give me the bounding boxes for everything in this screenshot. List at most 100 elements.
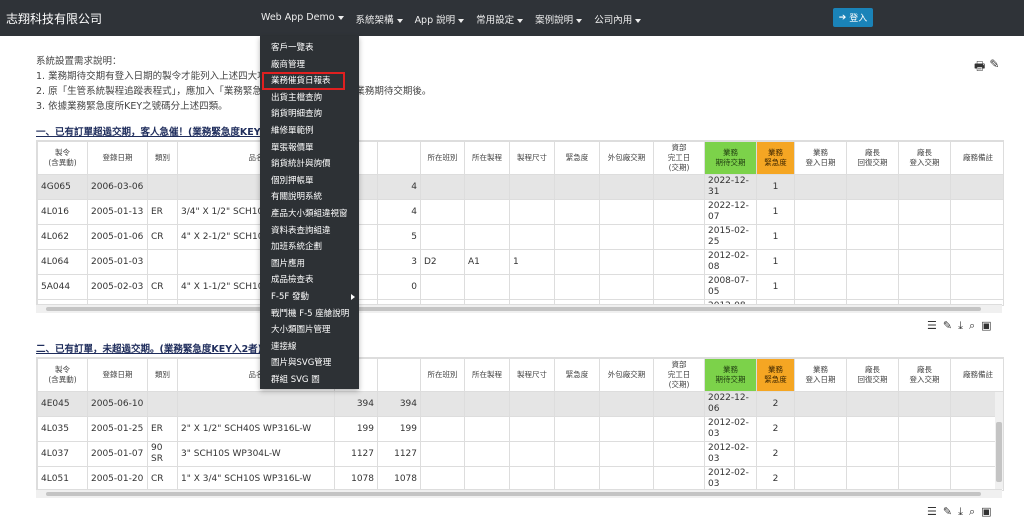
- column-header[interactable]: 廠長 登入交期: [898, 358, 951, 392]
- table-row[interactable]: 4L064 2005-01-03 3 D2 A1 1 2012-02-08 1: [37, 249, 1003, 275]
- dropdown-item[interactable]: 成品檢查表: [260, 272, 359, 288]
- table-cell: [898, 441, 951, 467]
- column-header[interactable]: 業務 登入日期: [794, 358, 847, 392]
- scroll-thumb[interactable]: [46, 307, 981, 311]
- binoculars-icon[interactable]: ⌕: [969, 319, 975, 333]
- dropdown-item[interactable]: 單張報價單: [260, 140, 359, 156]
- dropdown-item[interactable]: 銷貨統計與詢價: [260, 156, 359, 172]
- dropdown-item[interactable]: 資料表查詢組違: [260, 223, 359, 239]
- column-header[interactable]: 資部 完工日 (交期): [653, 358, 705, 392]
- dropdown-item[interactable]: 業務催貨日報表: [262, 72, 345, 91]
- column-header[interactable]: 外包廠交期: [599, 141, 654, 175]
- column-header[interactable]: 資部 完工日 (交期): [653, 141, 705, 175]
- column-header[interactable]: 製程尺寸: [509, 358, 555, 392]
- table-row[interactable]: 4L016 2005-01-13 ER 3/4" X 1/2" SCH10S WP30…: [37, 199, 1003, 225]
- column-header[interactable]: 緊急度: [554, 141, 600, 175]
- table-row[interactable]: 4L062 2005-01-06 CR 4" X 2-1/2" SCH10S WP31…: [37, 224, 1003, 250]
- dropdown-item[interactable]: 客戶一覽表: [260, 40, 359, 56]
- table-cell: [177, 391, 335, 417]
- edit-icon[interactable]: ✎: [943, 505, 952, 519]
- table-row[interactable]: 4L051 2005-01-20 CR 1" X 3/4" SCH10S WP316L…: [37, 466, 1003, 490]
- section1-hscrollbar[interactable]: [36, 304, 1002, 313]
- table-row[interactable]: 4E045 2005-06-10 394 394 2022-12-06 2: [37, 391, 1003, 417]
- dropdown-item-label: F-5F 發動: [271, 292, 309, 302]
- column-header[interactable]: 緊急度: [554, 358, 600, 392]
- table-cell: [509, 466, 555, 490]
- table-row[interactable]: 4L037 2005-01-07 90 SR 3" SCH10S WP304L-W 11…: [37, 441, 1003, 467]
- column-header[interactable]: 製令 (含異動): [37, 358, 88, 392]
- dropdown-item[interactable]: 戰鬥機 F-5 座艙說明: [260, 306, 359, 322]
- table-cell: [147, 391, 178, 417]
- brand-logo[interactable]: 志翔科技有限公司: [6, 10, 102, 27]
- section2-hscrollbar[interactable]: [36, 489, 1002, 498]
- edit-icon[interactable]: ✎: [943, 319, 952, 333]
- table-cell: [898, 199, 951, 225]
- nav-web-app-demo[interactable]: Web App Demo: [261, 12, 344, 26]
- edit-icon[interactable]: ✎: [989, 57, 999, 78]
- table-cell: [554, 391, 600, 417]
- column-header[interactable]: 類別: [147, 141, 178, 175]
- download-icon[interactable]: ⤓: [958, 319, 963, 333]
- table-cell: [147, 249, 178, 275]
- column-header[interactable]: 廠長 登入交期: [898, 141, 951, 175]
- scroll-thumb[interactable]: [996, 422, 1002, 482]
- dropdown-item[interactable]: 連接線: [260, 339, 359, 355]
- dropdown-item[interactable]: 大小類圖片管理: [260, 322, 359, 338]
- download-icon[interactable]: ⤓: [958, 505, 963, 519]
- dropdown-item[interactable]: 維修單範例: [260, 123, 359, 139]
- dropdown-item[interactable]: 個別押帳單: [260, 173, 359, 189]
- dropdown-item[interactable]: 圖片應用: [260, 256, 359, 272]
- dropdown-item[interactable]: 銷貨明細查詢: [260, 106, 359, 122]
- column-header[interactable]: 所在製程: [464, 358, 510, 392]
- login-button[interactable]: ➔ 登入: [833, 8, 873, 27]
- table-row[interactable]: 4G065 2006-03-06 4 2022-12-31 1: [37, 174, 1003, 200]
- dropdown-item-label: 有關說明系統: [271, 192, 323, 203]
- column-header[interactable]: 業務 期待交期: [704, 141, 757, 175]
- list-icon[interactable]: ☰: [927, 319, 937, 333]
- table-row[interactable]: 5A044 2005-02-03 CR 4" X 1-1/2" SCH10S 304 0…: [37, 274, 1003, 300]
- column-header[interactable]: 製程尺寸: [509, 141, 555, 175]
- dropdown-item[interactable]: 圖片與SVG管理: [260, 355, 359, 371]
- column-header[interactable]: 製令 (含異動): [37, 141, 88, 175]
- binoculars-icon[interactable]: ⌕: [969, 505, 975, 519]
- dropdown-item[interactable]: 產品大小類組違視窗: [260, 206, 359, 222]
- column-header[interactable]: [377, 141, 421, 175]
- table-cell: [599, 174, 654, 200]
- scroll-thumb[interactable]: [46, 492, 981, 496]
- section2-grid: 製令 (含異動) 登錄日期 類別 品名 所在班別 所在製程 製程尺寸 緊急度 外包廠交期 資部 完…: [37, 358, 1003, 490]
- window-icon[interactable]: ▣: [981, 319, 991, 333]
- nav-internal-use[interactable]: 公司內用: [594, 12, 642, 26]
- column-header[interactable]: 登錄日期: [87, 358, 148, 392]
- dropdown-item-label: 成品檢查表: [271, 275, 314, 286]
- print-icon[interactable]: 🖶: [974, 57, 985, 78]
- nav-common-settings[interactable]: 常用設定: [476, 12, 524, 26]
- section2-vscrollbar[interactable]: [995, 392, 1003, 489]
- column-header[interactable]: 所在班別: [420, 141, 465, 175]
- nav-system-architecture[interactable]: 系統架構: [356, 12, 403, 26]
- dropdown-item[interactable]: 廠商管理: [260, 57, 359, 73]
- list-icon[interactable]: ☰: [927, 505, 937, 519]
- column-header[interactable]: 業務 期待交期: [704, 358, 757, 392]
- column-header[interactable]: 業務 登入日期: [794, 141, 847, 175]
- column-header[interactable]: 業務 緊急度: [756, 141, 795, 175]
- nav-case-studies[interactable]: 案例說明: [535, 12, 583, 26]
- column-header[interactable]: 外包廠交期: [599, 358, 654, 392]
- dropdown-item[interactable]: F-5F 發動: [260, 289, 359, 305]
- column-header[interactable]: 廠務備註: [950, 358, 1003, 392]
- column-header[interactable]: 廠務備註: [950, 141, 1003, 175]
- column-header[interactable]: 登錄日期: [87, 141, 148, 175]
- nav-app-info[interactable]: App 說明: [415, 12, 465, 26]
- column-header[interactable]: 所在班別: [420, 358, 465, 392]
- dropdown-item[interactable]: 有關說明系統: [260, 189, 359, 205]
- column-header[interactable]: 所在製程: [464, 141, 510, 175]
- table-row[interactable]: 4L035 2005-01-25 ER 2" X 1/2" SCH40S WP316L…: [37, 416, 1003, 442]
- column-header[interactable]: 業務 緊急度: [756, 358, 795, 392]
- column-header[interactable]: 廠長 回復交期: [846, 141, 899, 175]
- column-header[interactable]: [377, 358, 421, 392]
- window-icon[interactable]: ▣: [981, 505, 991, 519]
- dropdown-item[interactable]: 加班系統企劃: [260, 239, 359, 255]
- dropdown-item[interactable]: 群組 SVG 圖: [260, 372, 359, 388]
- column-header[interactable]: 廠長 回復交期: [846, 358, 899, 392]
- column-header[interactable]: 類別: [147, 358, 178, 392]
- dropdown-item[interactable]: 出貨主檔查詢: [260, 90, 359, 106]
